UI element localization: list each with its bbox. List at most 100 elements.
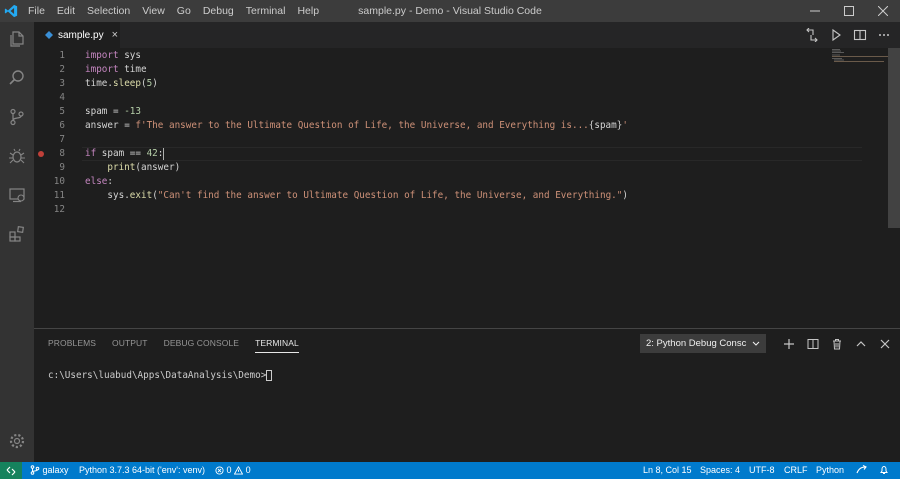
code-token: ) bbox=[152, 78, 158, 89]
code-text: import sys bbox=[85, 49, 141, 63]
line-number[interactable]: 9 bbox=[34, 161, 65, 175]
code-line[interactable]: 6 answer = f'The answer to the Ultimate Q… bbox=[34, 119, 834, 133]
line-number[interactable]: 12 bbox=[34, 203, 65, 217]
source-control-button[interactable] bbox=[0, 100, 34, 134]
more-actions-button[interactable] bbox=[876, 27, 892, 43]
remote-indicator[interactable] bbox=[0, 462, 22, 479]
menu-edit[interactable]: Edit bbox=[51, 0, 81, 22]
split-editor-button[interactable] bbox=[852, 27, 868, 43]
title-bar: sample.py - Demo - Visual Studio Code Fi… bbox=[0, 0, 900, 22]
tab-output[interactable]: OUTPUT bbox=[112, 335, 148, 353]
code-line[interactable]: 5 spam = -13 bbox=[34, 105, 834, 119]
code-line[interactable]: 1 import sys bbox=[34, 49, 834, 63]
encoding[interactable]: UTF-8 bbox=[749, 462, 775, 479]
line-number[interactable]: 5 bbox=[34, 105, 65, 119]
scrollbar-thumb[interactable] bbox=[888, 48, 900, 228]
menu-file[interactable]: File bbox=[22, 0, 51, 22]
activity-bar bbox=[0, 22, 34, 462]
run-button[interactable] bbox=[828, 27, 844, 43]
remote-explorer-icon bbox=[9, 188, 25, 203]
code-line[interactable]: 10 else: bbox=[34, 175, 834, 189]
code-token: import bbox=[85, 50, 125, 61]
code-line[interactable]: 2 import time bbox=[34, 63, 834, 77]
menu-selection[interactable]: Selection bbox=[81, 0, 136, 22]
manage-button[interactable] bbox=[0, 424, 34, 458]
notifications-button[interactable] bbox=[879, 462, 889, 479]
panel-tab-bar: PROBLEMS OUTPUT DEBUG CONSOLE TERMINAL bbox=[48, 335, 299, 353]
problems-indicator[interactable]: 0 0 bbox=[215, 462, 251, 479]
explorer-button[interactable] bbox=[0, 22, 34, 56]
extensions-button[interactable] bbox=[0, 217, 34, 251]
play-icon bbox=[832, 28, 841, 42]
code-line[interactable]: 8 if spam == 42: bbox=[34, 147, 834, 161]
minimap[interactable] bbox=[830, 48, 890, 68]
error-icon bbox=[215, 466, 224, 475]
new-terminal-button[interactable] bbox=[782, 337, 796, 351]
trash-icon bbox=[833, 338, 841, 349]
debug-button[interactable] bbox=[0, 139, 34, 173]
menu-go[interactable]: Go bbox=[171, 0, 197, 22]
search-button[interactable] bbox=[0, 61, 34, 95]
editor-tab-bar: sample.py × bbox=[34, 22, 900, 48]
line-number[interactable]: 1 bbox=[34, 49, 65, 63]
code-editor[interactable]: 1 import sys 2 import time 3 time.sleep(5) 4 5 s… bbox=[34, 48, 900, 328]
menu-view[interactable]: View bbox=[136, 0, 171, 22]
editor-scrollbar[interactable] bbox=[888, 48, 900, 328]
tab-close-icon[interactable]: × bbox=[112, 29, 118, 41]
code-token: if bbox=[85, 148, 102, 159]
code-text: time.sleep(5) bbox=[85, 77, 158, 91]
tab-debug-console[interactable]: DEBUG CONSOLE bbox=[164, 335, 239, 353]
vscode-logo-icon bbox=[0, 0, 22, 22]
files-icon bbox=[10, 31, 24, 47]
open-changes-button[interactable] bbox=[804, 27, 820, 43]
code-token: : bbox=[107, 176, 113, 187]
chevron-up-icon bbox=[856, 340, 866, 346]
python-interpreter[interactable]: Python 3.7.3 64-bit ('env': venv) bbox=[79, 462, 205, 479]
minimize-button[interactable] bbox=[798, 0, 832, 22]
line-number[interactable]: 8 bbox=[34, 147, 65, 161]
tab-sample-py[interactable]: sample.py × bbox=[34, 22, 120, 48]
code-token: spam bbox=[85, 106, 108, 117]
line-number[interactable]: 6 bbox=[34, 119, 65, 133]
close-window-button[interactable] bbox=[866, 0, 900, 22]
panel-actions bbox=[782, 334, 892, 353]
indentation[interactable]: Spaces: 4 bbox=[700, 462, 740, 479]
split-terminal-button[interactable] bbox=[806, 337, 820, 351]
code-line[interactable]: 11 sys.exit("Can't find the answer to Ul… bbox=[34, 189, 834, 203]
feedback-button[interactable] bbox=[856, 462, 867, 479]
line-number[interactable]: 2 bbox=[34, 63, 65, 77]
line-number[interactable]: 11 bbox=[34, 189, 65, 203]
language-mode[interactable]: Python bbox=[816, 462, 844, 479]
code-line[interactable]: 4 bbox=[34, 91, 834, 105]
menu-debug[interactable]: Debug bbox=[197, 0, 240, 22]
maximize-button[interactable] bbox=[832, 0, 866, 22]
line-number[interactable]: 3 bbox=[34, 77, 65, 91]
split-editor-icon bbox=[853, 29, 867, 41]
code-line[interactable]: 12 bbox=[34, 203, 834, 217]
code-line[interactable]: 3 time.sleep(5) bbox=[34, 77, 834, 91]
plus-icon bbox=[784, 338, 794, 349]
maximize-panel-button[interactable] bbox=[854, 337, 868, 351]
menu-help[interactable]: Help bbox=[291, 0, 325, 22]
menu-terminal[interactable]: Terminal bbox=[240, 0, 292, 22]
close-panel-button[interactable] bbox=[878, 337, 892, 351]
branch-name: galaxy bbox=[42, 465, 69, 475]
minimize-icon bbox=[810, 10, 820, 12]
line-number[interactable]: 7 bbox=[34, 133, 65, 147]
remote-explorer-button[interactable] bbox=[0, 178, 34, 212]
tab-terminal[interactable]: TERMINAL bbox=[255, 335, 299, 353]
branch-indicator[interactable]: galaxy bbox=[30, 462, 69, 479]
tab-problems[interactable]: PROBLEMS bbox=[48, 335, 96, 353]
terminal-select[interactable]: 2: Python Debug Consc bbox=[640, 334, 766, 353]
line-number[interactable]: 4 bbox=[34, 91, 65, 105]
terminal-output[interactable]: c:\Users\luabud\Apps\DataAnalysis\Demo> bbox=[48, 370, 273, 381]
kill-terminal-button[interactable] bbox=[830, 337, 844, 351]
code-line[interactable]: 9 print(answer) bbox=[34, 161, 834, 175]
line-number[interactable]: 10 bbox=[34, 175, 65, 189]
close-icon bbox=[878, 6, 888, 16]
cursor-position[interactable]: Ln 8, Col 15 bbox=[643, 462, 692, 479]
code-line[interactable]: 7 bbox=[34, 133, 834, 147]
code-text: spam = -13 bbox=[85, 105, 141, 119]
line-ending[interactable]: CRLF bbox=[784, 462, 808, 479]
